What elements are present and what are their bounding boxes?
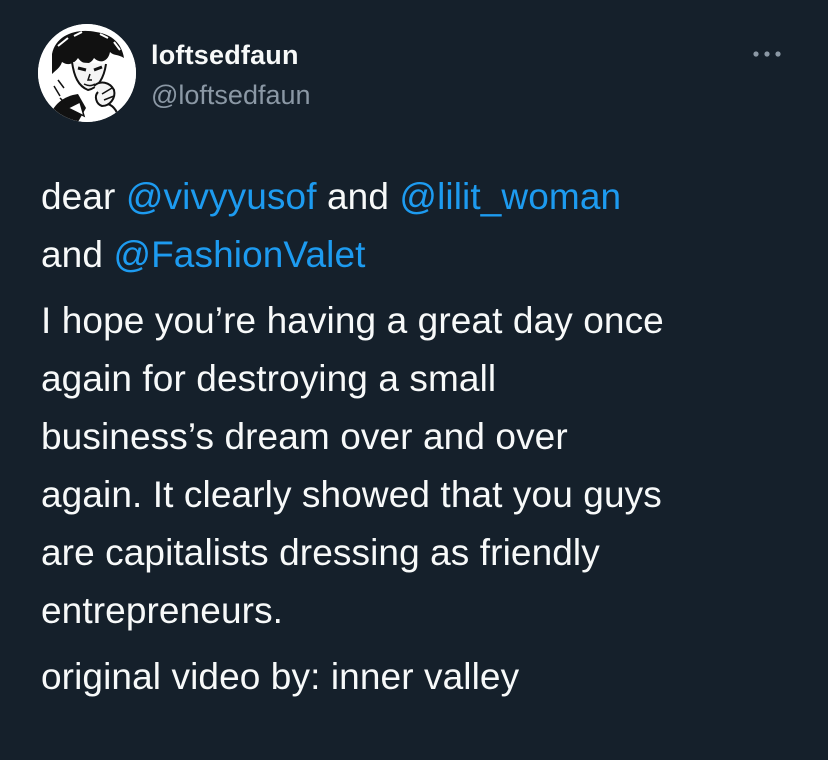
avatar-illustration-icon [38,24,136,122]
tweet-line: entrepreneurs. [41,590,284,631]
author-handle[interactable]: @loftsedfaun [151,78,311,112]
intro-word-dear: dear [41,176,116,217]
more-options-button[interactable] [750,44,784,64]
tweet-line: again. It clearly showed that you guys [41,474,662,515]
intro-word-and: and [41,234,104,275]
tweet-text: dear @vivyyusof and @lilit_woman and @Fas… [41,168,801,706]
tweet-credit: original video by: inner valley [41,656,520,697]
tweet-line: again for destroying a small [41,358,497,399]
tweet-paragraph: I hope you’re having a great day once aga… [41,292,801,640]
author-names: loftsedfaun @loftsedfaun [151,38,311,112]
tweet-header: loftsedfaun @loftsedfaun [38,24,790,124]
tweet-card: loftsedfaun @loftsedfaun dear @vivyyusof… [0,0,828,760]
mention-link-vivyyusof[interactable]: @vivyyusof [126,176,317,217]
more-horizontal-icon [753,51,781,57]
author-display-name[interactable]: loftsedfaun [151,38,311,72]
mention-link-fashionvalet[interactable]: @FashionValet [113,234,365,275]
tweet-line: are capitalists dressing as friendly [41,532,600,573]
tweet-line: I hope you’re having a great day once [41,300,664,341]
mention-link-lilit-woman[interactable]: @lilit_woman [399,176,621,217]
tweet-line: business’s dream over and over [41,416,568,457]
intro-word-and: and [326,176,390,217]
avatar[interactable] [38,24,136,122]
tweet-intro: dear @vivyyusof and @lilit_woman and @Fas… [41,168,801,284]
